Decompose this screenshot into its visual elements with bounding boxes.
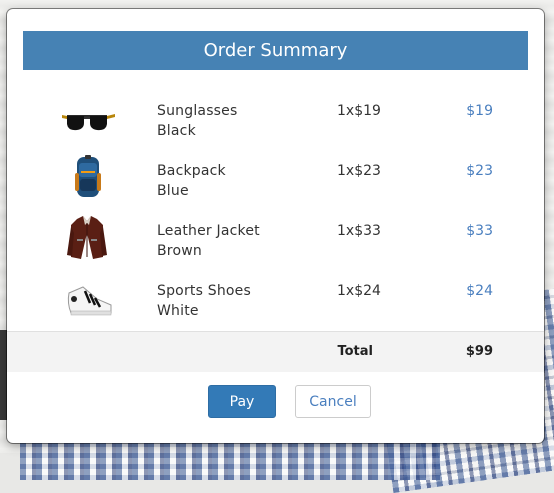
- item-total-price: $23: [466, 163, 493, 179]
- item-variant: Black: [157, 123, 196, 139]
- total-bar: Total $99: [7, 331, 544, 372]
- item-name-block: Backpack Blue: [157, 161, 226, 201]
- order-item-row: Leather Jacket Brown 1x$33 $33: [7, 213, 544, 273]
- item-name-block: Sports Shoes White: [157, 281, 251, 321]
- item-variant: White: [157, 303, 199, 319]
- total-label: Total: [337, 344, 373, 359]
- item-quantity-price: 1x$19: [337, 103, 381, 119]
- pay-button[interactable]: Pay: [208, 385, 276, 418]
- leather-jacket-icon: [57, 213, 117, 263]
- order-item-row: Backpack Blue 1x$23 $23: [7, 153, 544, 213]
- item-name: Sports Shoes: [157, 283, 251, 299]
- item-quantity-price: 1x$24: [337, 283, 381, 299]
- order-item-row: Sports Shoes White 1x$24 $24: [7, 273, 544, 333]
- cancel-button[interactable]: Cancel: [295, 385, 371, 418]
- item-name: Leather Jacket: [157, 223, 260, 239]
- backpack-icon: [57, 153, 117, 203]
- item-total-price: $33: [466, 223, 493, 239]
- total-value: $99: [465, 344, 493, 359]
- item-variant: Blue: [157, 183, 189, 199]
- sunglasses-icon: [57, 93, 117, 143]
- item-total-price: $19: [466, 103, 493, 119]
- order-item-row: Sunglasses Black 1x$19 $19: [7, 93, 544, 153]
- item-total-price: $24: [466, 283, 493, 299]
- item-name: Backpack: [157, 163, 226, 179]
- sports-shoes-icon: [57, 273, 117, 323]
- order-summary-modal: Order Summary Sunglasses Black 1x$19 $19: [7, 9, 544, 443]
- item-quantity-price: 1x$23: [337, 163, 381, 179]
- item-name-block: Sunglasses Black: [157, 101, 237, 141]
- item-quantity-price: 1x$33: [337, 223, 381, 239]
- item-name: Sunglasses: [157, 103, 238, 119]
- item-name-block: Leather Jacket Brown: [157, 221, 260, 261]
- order-items-list: Sunglasses Black 1x$19 $19 Backpack Blue…: [7, 93, 544, 333]
- item-variant: Brown: [157, 243, 202, 259]
- modal-title: Order Summary: [23, 31, 528, 70]
